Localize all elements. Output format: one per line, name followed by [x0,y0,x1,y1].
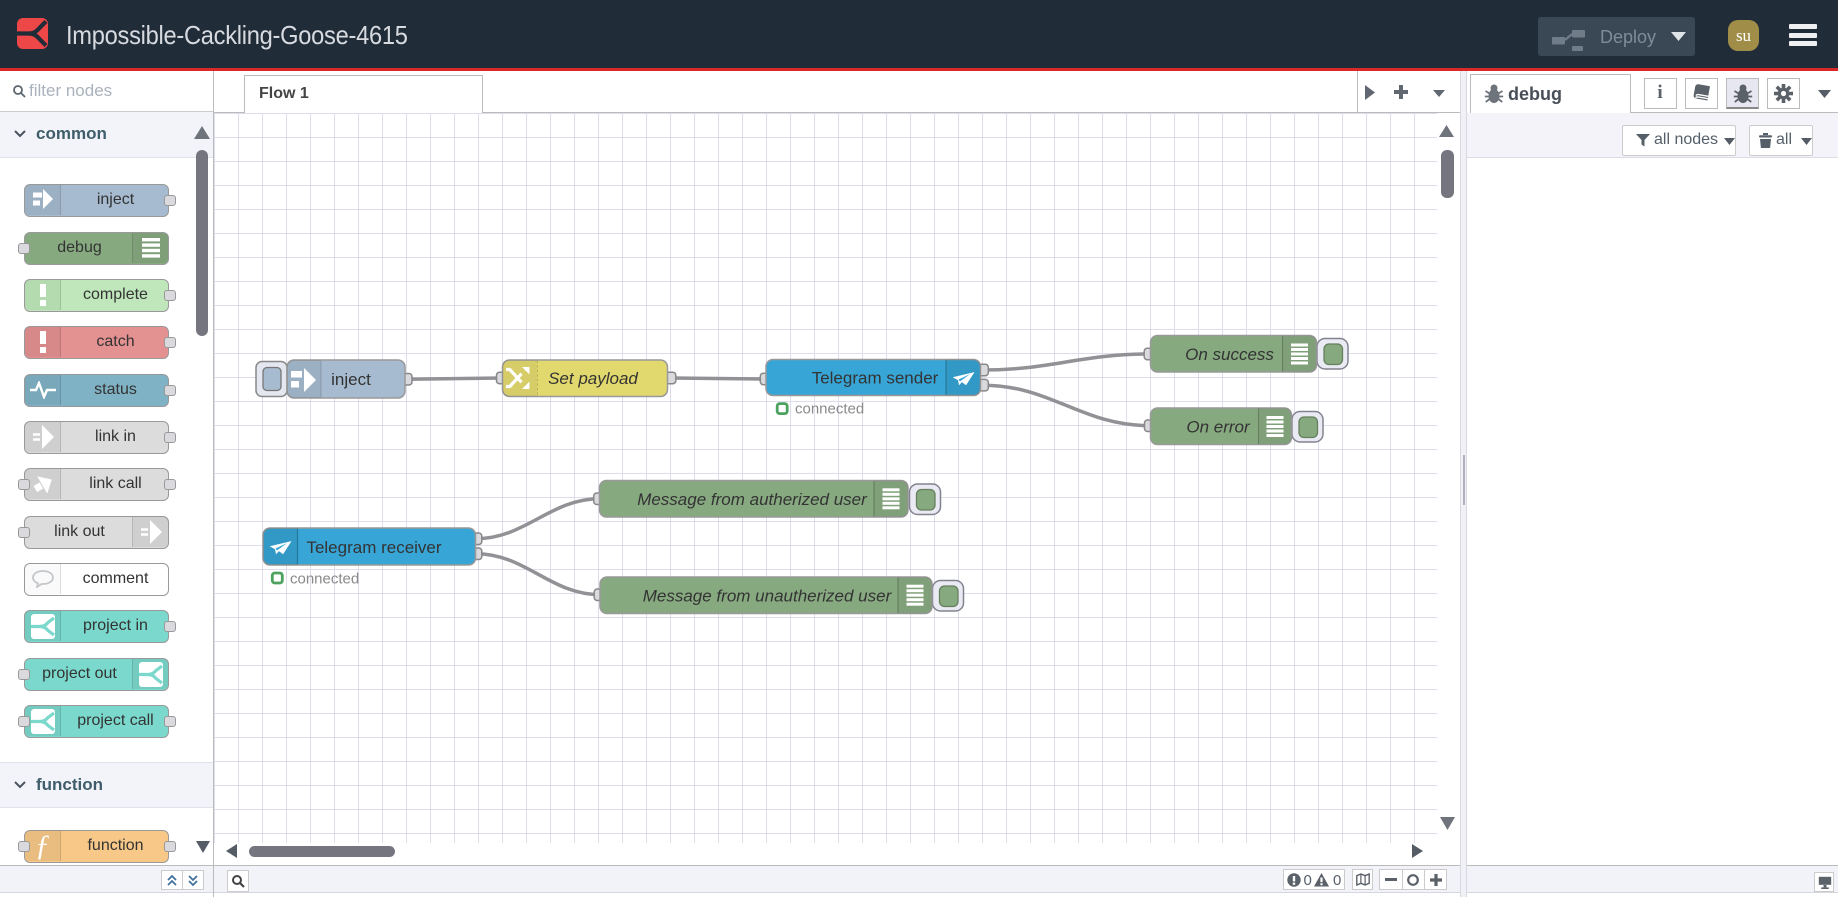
svg-text:Telegram receiver: Telegram receiver [306,538,441,557]
svg-text:On error: On error [1186,418,1251,437]
svg-text:Telegram sender: Telegram sender [812,369,939,388]
svg-text:Message from autherized user: Message from autherized user [637,490,868,509]
svg-text:Set payload: Set payload [548,369,638,388]
svg-text:inject: inject [331,370,371,389]
svg-text:connected: connected [290,570,359,587]
svg-text:On success: On success [1185,345,1274,364]
svg-text:connected: connected [795,401,864,418]
svg-text:Message from unautherized user: Message from unautherized user [643,587,893,606]
